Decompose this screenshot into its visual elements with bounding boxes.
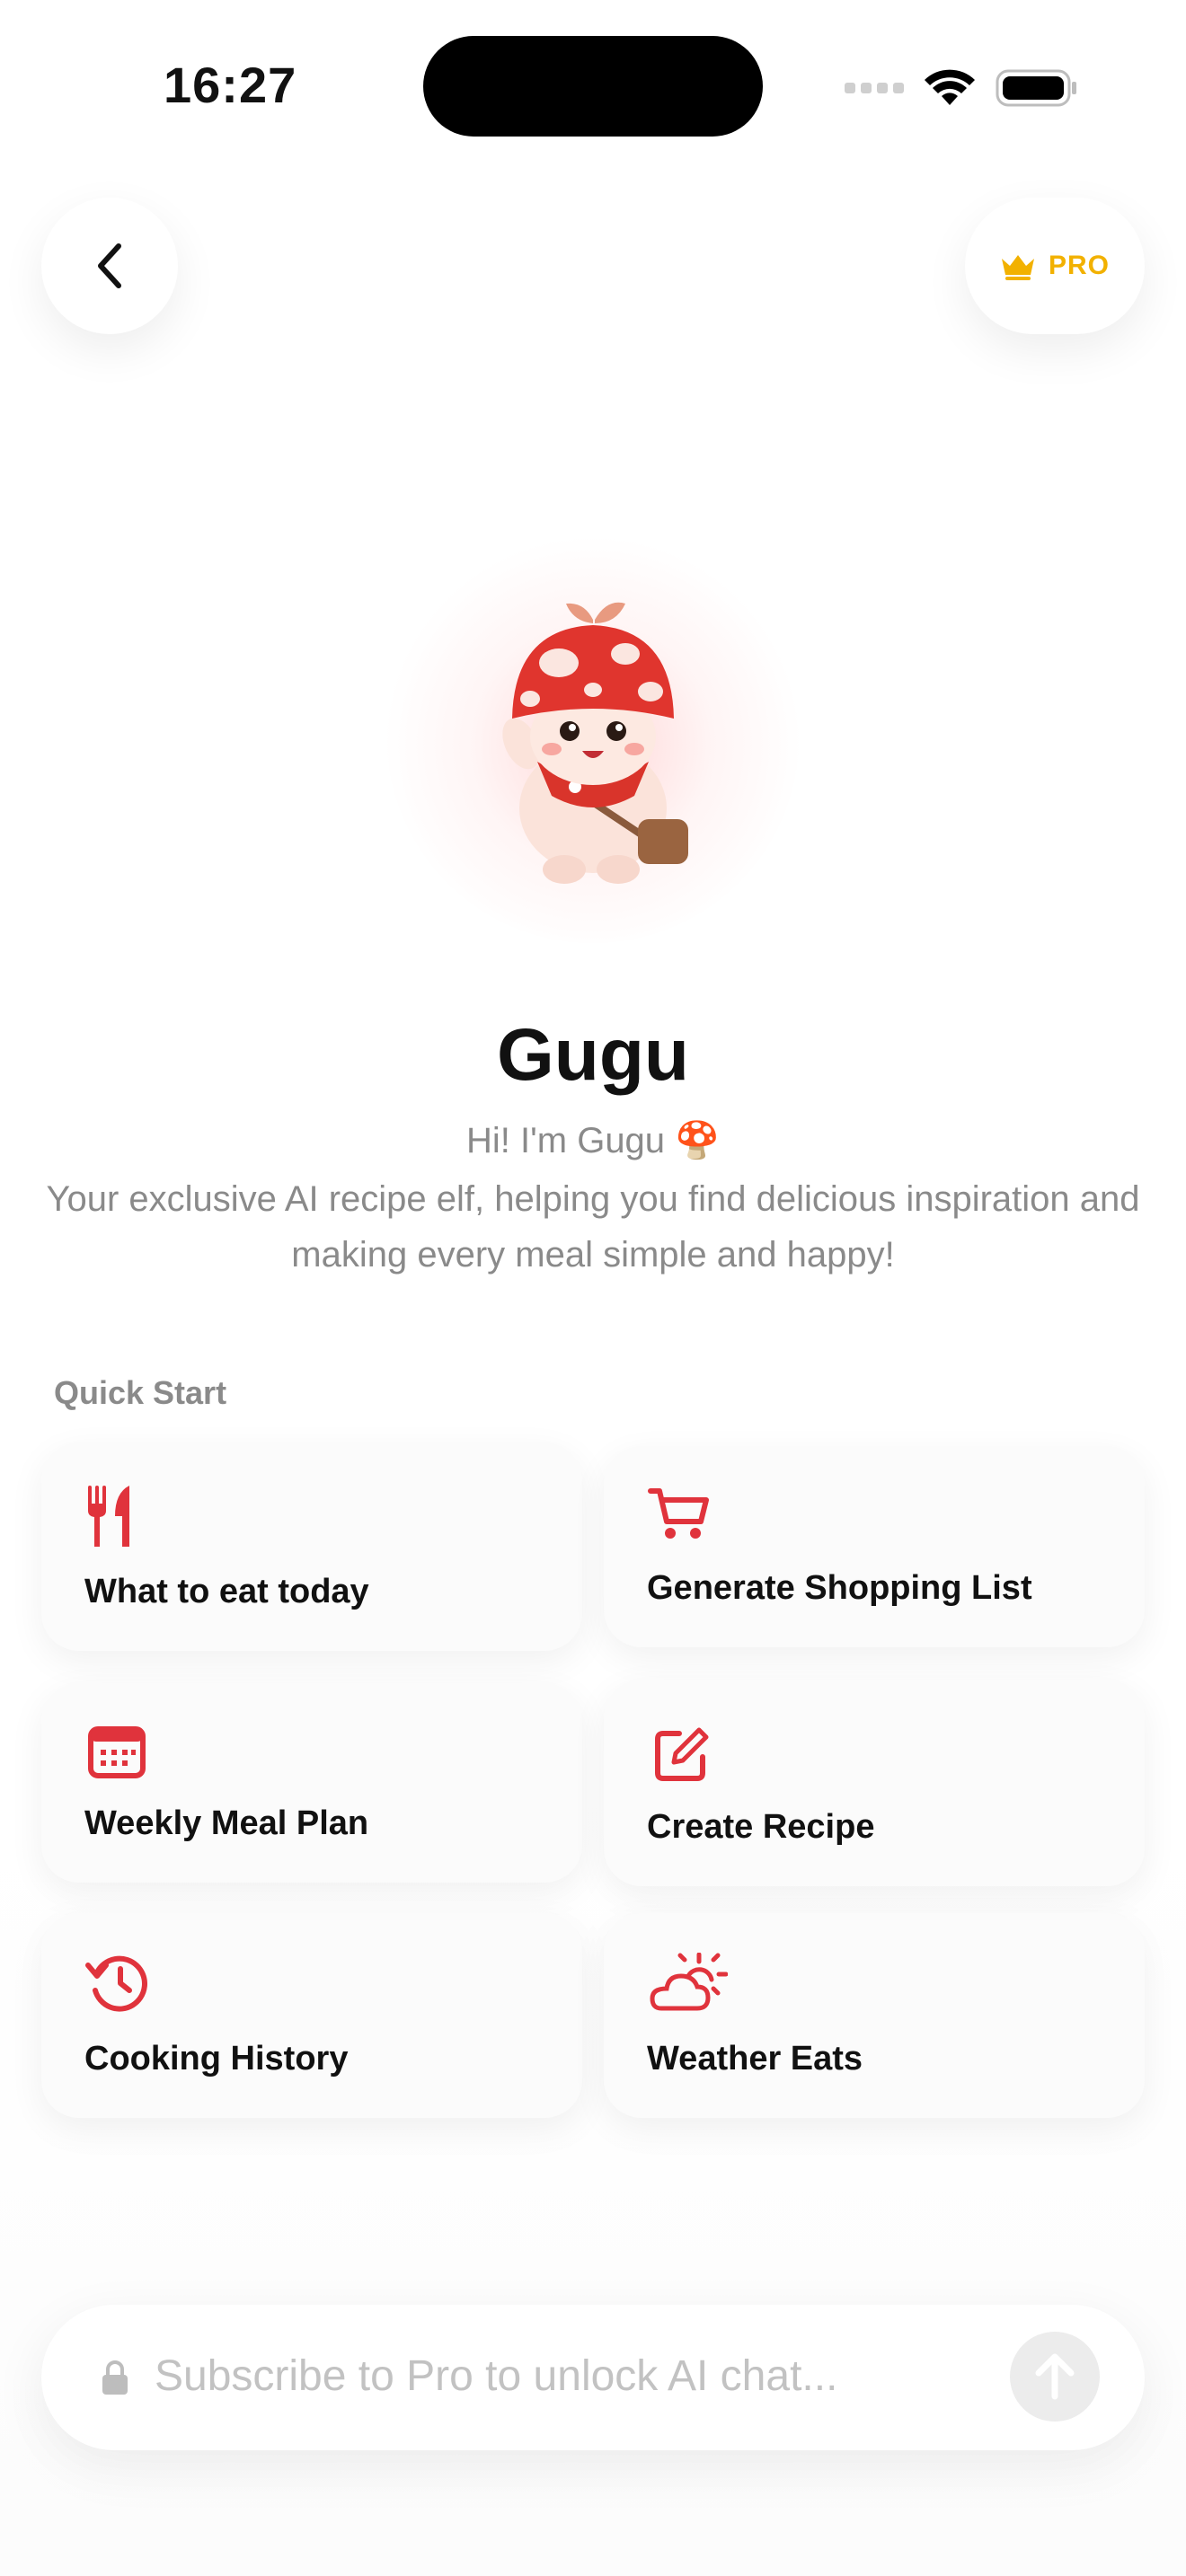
quick-action-label: Weekly Meal Plan (84, 1804, 369, 1842)
wifi-icon (925, 69, 975, 105)
quick-action-weather-eats[interactable]: Weather Eats (604, 1913, 1145, 2118)
chat-input-placeholder: Subscribe to Pro to unlock AI chat... (155, 2352, 838, 2400)
quick-action-label: Weather Eats (647, 2040, 863, 2078)
pro-button[interactable]: PRO (965, 198, 1145, 334)
send-button[interactable] (1010, 2332, 1100, 2422)
assistant-description: Your exclusive AI recipe elf, helping yo… (46, 1179, 1140, 1275)
quick-action-label: What to eat today (84, 1573, 369, 1610)
battery-icon (996, 69, 1076, 107)
quick-action-label: Cooking History (84, 2040, 349, 2078)
quick-action-cooking-history[interactable]: Cooking History (41, 1913, 582, 2118)
quick-action-label: Create Recipe (647, 1808, 875, 1846)
chevron-left-icon (98, 243, 121, 288)
dynamic-island (423, 36, 763, 137)
quick-action-label: Generate Shopping List (647, 1569, 1032, 1607)
arrow-up-icon (1035, 2353, 1075, 2400)
history-icon (85, 1955, 147, 2012)
back-button[interactable] (41, 198, 178, 334)
mushroom-mascot-illustration (502, 602, 688, 884)
fork-knife-icon (88, 1486, 129, 1547)
sun-cloud-icon (650, 1953, 728, 2011)
assistant-greeting: Hi! I'm Gugu 🍄 (466, 1121, 720, 1160)
screen: 16:27 PRO Gugu Hi! I'm Gugu 🍄 Your exclu… (0, 0, 1186, 2576)
status-icons (845, 66, 1078, 110)
quick-action-shopping-list[interactable]: Generate Shopping List (604, 1446, 1145, 1647)
cart-icon (648, 1488, 709, 1539)
pro-label: PRO (1048, 251, 1110, 280)
lock-icon (102, 2360, 128, 2395)
calendar-icon (88, 1726, 146, 1778)
quick-action-weekly-meal-plan[interactable]: Weekly Meal Plan (41, 1683, 582, 1883)
status-time: 16:27 (164, 57, 297, 113)
mascot-avatar (386, 530, 800, 943)
assistant-name: Gugu (496, 1014, 690, 1096)
chat-input-bar[interactable]: Subscribe to Pro to unlock AI chat... (41, 2305, 1145, 2450)
quick-action-what-to-eat[interactable]: What to eat today (41, 1442, 582, 1651)
quick-action-create-recipe[interactable]: Create Recipe (604, 1680, 1145, 1886)
crown-icon (1001, 255, 1034, 280)
cellular-signal-icon (845, 83, 904, 93)
edit-icon (655, 1727, 709, 1781)
quick-start-title: Quick Start (54, 1374, 227, 1411)
